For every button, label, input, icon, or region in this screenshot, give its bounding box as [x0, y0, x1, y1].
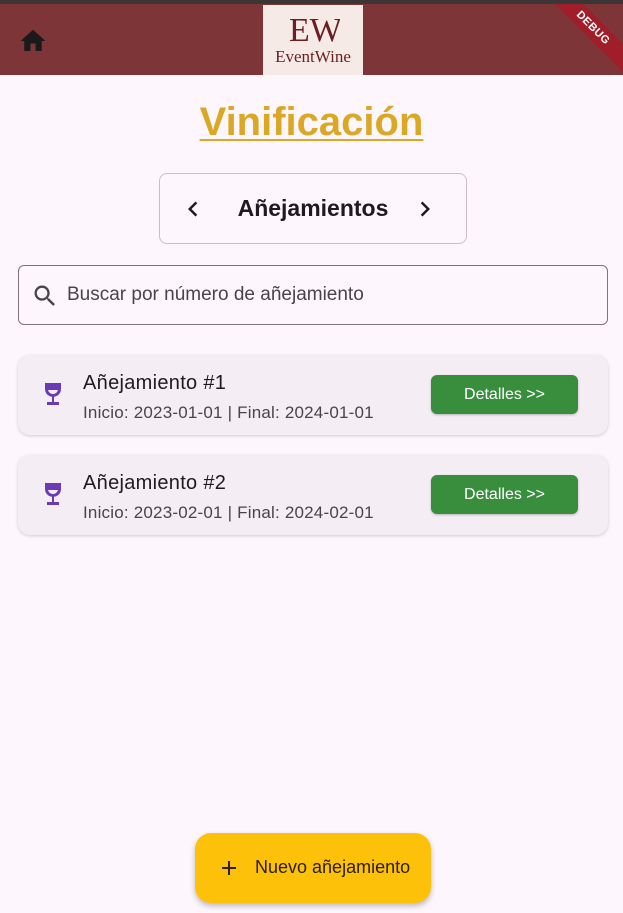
details-button[interactable]: Detalles >> [431, 375, 578, 414]
section-selector: Añejamientos [159, 173, 467, 244]
app-bar: EW EventWine DEBUG [0, 4, 623, 75]
details-button[interactable]: Detalles >> [431, 475, 578, 514]
home-icon [20, 29, 46, 51]
new-aging-button[interactable]: Nuevo añejamiento [195, 833, 431, 903]
search-box [18, 265, 608, 325]
list-item: Añejamiento #1 Inicio: 2023-01-01 | Fina… [18, 355, 608, 435]
page-title: Vinificación [199, 100, 424, 144]
home-button[interactable] [18, 26, 48, 56]
item-dates: Inicio: 2023-02-01 | Final: 2024-02-01 [83, 503, 374, 522]
list-item: Añejamiento #2 Inicio: 2023-02-01 | Fina… [18, 455, 608, 535]
logo: EW EventWine [263, 5, 363, 75]
debug-banner: DEBUG [543, 4, 623, 75]
logo-text: EventWine [275, 47, 351, 66]
item-dates: Inicio: 2023-01-01 | Final: 2024-01-01 [83, 403, 374, 422]
plus-icon [222, 861, 236, 875]
item-title: Añejamiento #2 [83, 472, 227, 494]
search-icon [34, 285, 55, 306]
chevron-right-icon [420, 201, 430, 217]
new-aging-label: Nuevo añejamiento [255, 857, 411, 877]
search-input[interactable] [67, 276, 587, 314]
wine-glass-icon [45, 383, 61, 405]
logo-mark-icon: EW [289, 12, 340, 45]
item-title: Añejamiento #1 [83, 372, 227, 394]
next-section-button[interactable] [410, 194, 440, 224]
wine-glass-icon [45, 483, 61, 505]
svg-text:EW: EW [289, 12, 340, 45]
